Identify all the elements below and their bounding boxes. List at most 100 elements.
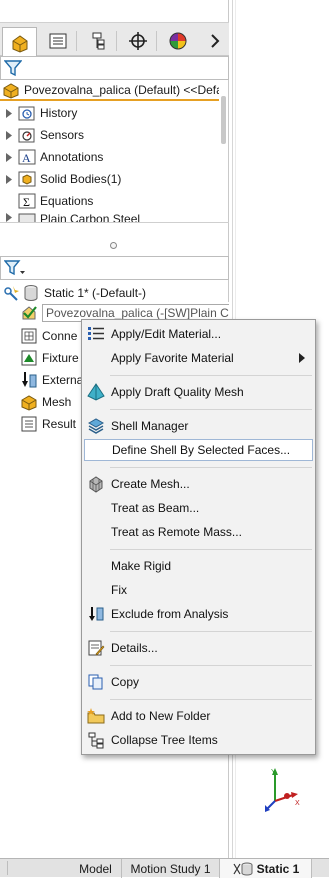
configuration-manager-icon bbox=[92, 32, 104, 50]
tab-static-study[interactable]: Static 1 bbox=[220, 859, 312, 878]
study-tab-icon bbox=[233, 862, 253, 875]
menu-item-collapse-tree-items[interactable]: Collapse Tree Items bbox=[82, 729, 315, 751]
menu-item-create-mesh[interactable]: Create Mesh... bbox=[82, 473, 315, 495]
axis-triad-icon: Y X bbox=[265, 768, 300, 812]
svg-text:X: X bbox=[295, 800, 300, 807]
simulation-filter-box[interactable] bbox=[0, 256, 229, 280]
tab-display-manager[interactable] bbox=[160, 27, 195, 55]
details-icon bbox=[86, 638, 106, 658]
study-label: Static 1* (-Default-) bbox=[44, 286, 147, 300]
fixtures-icon bbox=[20, 349, 38, 367]
tab-model[interactable]: Model bbox=[70, 859, 122, 878]
tree-scrollbar-thumb[interactable] bbox=[221, 96, 226, 144]
part-icon bbox=[2, 81, 20, 99]
menu-item-copy[interactable]: Copy bbox=[82, 671, 315, 693]
menu-item-add-to-new-folder[interactable]: Add to New Folder bbox=[82, 705, 315, 727]
tree-item-annotations[interactable]: A Annotations bbox=[4, 146, 218, 168]
tab-property-manager[interactable] bbox=[40, 27, 75, 55]
tree-root-label: Povezovalna_palica (Default) <<Defa bbox=[24, 82, 219, 97]
tree-item-solid-bodies-1[interactable]: Solid Bodies(1) bbox=[4, 168, 218, 190]
external-loads-icon bbox=[20, 371, 38, 389]
tab-scroll-right[interactable] bbox=[204, 27, 226, 55]
property-manager-icon bbox=[49, 33, 66, 49]
panel-splitter-handle[interactable] bbox=[110, 242, 117, 249]
tree-item-sensors[interactable]: Sensors bbox=[4, 124, 218, 146]
menu-item-define-shell-by-selected-faces[interactable]: Define Shell By Selected Faces... bbox=[84, 439, 313, 461]
results-icon bbox=[20, 415, 38, 433]
tree-item-label: Annotations bbox=[40, 150, 104, 164]
tree-root-part[interactable]: Povezovalna_palica (Default) <<Defa bbox=[0, 80, 219, 101]
sim-tree-item-label: Externa bbox=[42, 373, 84, 387]
tab-configuration-manager[interactable] bbox=[80, 27, 115, 55]
menu-item-make-rigid[interactable]: Make Rigid bbox=[82, 555, 315, 577]
connections-icon bbox=[20, 327, 38, 345]
collapse-tree-icon bbox=[86, 730, 106, 750]
expand-arrow-icon[interactable] bbox=[4, 152, 14, 162]
filter-icon bbox=[4, 60, 22, 77]
create-mesh-icon bbox=[86, 474, 106, 494]
tree-item-label: Solid Bodies(1) bbox=[40, 172, 122, 186]
svg-text:Y: Y bbox=[271, 769, 276, 776]
study-row[interactable]: Static 1* (-Default-) bbox=[2, 282, 227, 304]
study-icon bbox=[2, 284, 20, 302]
expand-arrow-icon[interactable] bbox=[4, 212, 14, 222]
sim-tree-item-fixtures[interactable]: Fixture bbox=[20, 347, 80, 369]
exclude-icon bbox=[86, 604, 106, 624]
crosshair-icon bbox=[128, 32, 147, 50]
chevron-right-icon bbox=[211, 34, 220, 48]
sensors-icon bbox=[18, 126, 36, 144]
menu-item-treat-as-beam[interactable]: Treat as Beam... bbox=[82, 497, 315, 519]
part-check-icon bbox=[20, 304, 38, 322]
tab-feature-manager[interactable] bbox=[2, 27, 37, 57]
tree-item-plain-carbon-steel[interactable]: Plain Carbon Steel bbox=[4, 212, 218, 222]
menu-item-apply-draft-quality-mesh[interactable]: Apply Draft Quality Mesh bbox=[82, 381, 315, 403]
sim-tree-item-external-loads[interactable]: Externa bbox=[20, 369, 84, 391]
expand-arrow-icon[interactable] bbox=[4, 174, 14, 184]
copy-icon bbox=[86, 672, 106, 692]
feature-filter-box[interactable] bbox=[0, 56, 229, 80]
svg-text:Σ: Σ bbox=[23, 195, 30, 209]
sim-tree-item-results[interactable]: Result bbox=[20, 413, 80, 435]
tab-motion-study[interactable]: Motion Study 1 bbox=[122, 859, 220, 878]
tree-item-label: Plain Carbon Steel bbox=[40, 212, 141, 222]
annotations-icon: A bbox=[18, 148, 36, 166]
filter-dropdown-icon bbox=[4, 260, 25, 276]
draft-mesh-icon bbox=[86, 382, 106, 402]
sim-tree-item-label: Conne bbox=[42, 329, 78, 343]
cylinder-icon bbox=[22, 284, 40, 302]
menu-item-apply-favorite-material[interactable]: Apply Favorite Material bbox=[82, 347, 315, 369]
history-icon bbox=[18, 104, 36, 122]
solid-bodies-icon bbox=[18, 170, 36, 188]
expand-arrow-icon[interactable] bbox=[4, 196, 14, 206]
tree-item-equations[interactable]: Σ Equations bbox=[4, 190, 218, 212]
sim-tree-item-mesh[interactable]: Mesh bbox=[20, 391, 80, 413]
sim-tree-item-connections[interactable]: Conne bbox=[20, 325, 80, 347]
tab-dimxpert-manager[interactable] bbox=[120, 27, 155, 55]
svg-text:A: A bbox=[22, 151, 31, 165]
menu-item-fix[interactable]: Fix bbox=[82, 579, 315, 601]
menu-item-treat-as-remote-mass[interactable]: Treat as Remote Mass... bbox=[82, 521, 315, 543]
feature-manager-icon bbox=[12, 34, 27, 53]
shell-manager-icon bbox=[86, 416, 106, 436]
new-folder-icon bbox=[86, 706, 106, 726]
bottom-tab-bar: Model Motion Study 1 Static 1 bbox=[0, 858, 329, 878]
menu-item-shell-manager[interactable]: Shell Manager bbox=[82, 415, 315, 437]
expand-arrow-icon[interactable] bbox=[4, 108, 14, 118]
menu-item-apply-edit-material[interactable]: Apply/Edit Material... bbox=[82, 323, 315, 345]
tab-scroll-left[interactable] bbox=[0, 861, 8, 875]
tree-item-history[interactable]: History bbox=[4, 102, 218, 124]
manager-tab-bar bbox=[0, 22, 229, 57]
material-icon bbox=[18, 212, 36, 222]
sim-tree-item-label: Fixture bbox=[42, 351, 79, 365]
tree-item-label: Equations bbox=[40, 194, 94, 208]
sim-tree-item-label: Result bbox=[42, 417, 77, 431]
context-menu: Apply/Edit Material... Apply Favorite Ma… bbox=[81, 319, 316, 755]
tree-item-label: Sensors bbox=[40, 128, 85, 142]
material-list-icon bbox=[86, 324, 106, 344]
mesh-icon bbox=[20, 393, 38, 411]
equations-icon: Σ bbox=[18, 192, 36, 210]
submenu-arrow-icon bbox=[299, 353, 305, 363]
expand-arrow-icon[interactable] bbox=[4, 130, 14, 140]
menu-item-details[interactable]: Details... bbox=[82, 637, 315, 659]
menu-item-exclude-from-analysis[interactable]: Exclude from Analysis bbox=[82, 603, 315, 625]
